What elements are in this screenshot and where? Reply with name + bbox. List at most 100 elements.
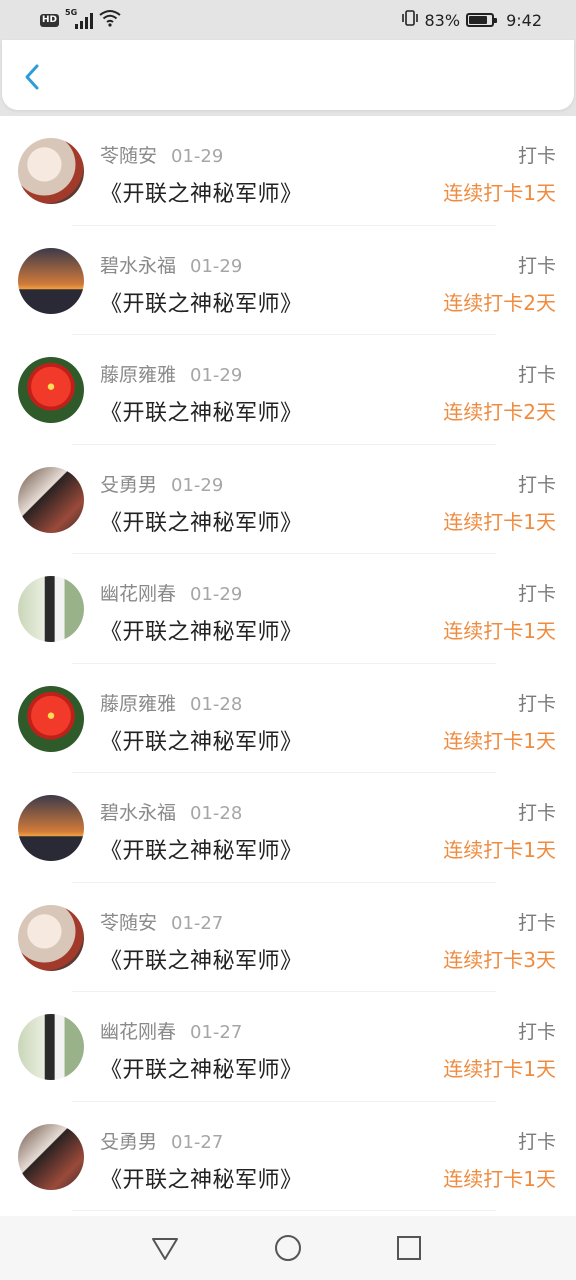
avatar[interactable] [18, 1014, 84, 1080]
app-header [2, 40, 574, 110]
user-name-text: 藤原雍雅 [100, 692, 177, 715]
checkin-row[interactable]: 藤原雍雅 01-28 《开联之神秘军师》 打卡连续打卡1天 [0, 664, 576, 773]
user-name: 殳勇男 01-29 [100, 470, 223, 497]
book-title: 《开联之神秘军师》 [100, 839, 303, 864]
checkin-row[interactable]: 碧水永福 01-28 《开联之神秘军师》 打卡连续打卡1天 [0, 773, 576, 883]
checkin-row[interactable]: 殳勇男 01-27 《开联之神秘军师》 打卡连续打卡1天 [0, 1102, 576, 1211]
user-name: 幽花刚春 01-27 [100, 1017, 242, 1044]
checkin-date: 01-29 [190, 584, 243, 605]
user-name: 碧水永福 01-29 [100, 251, 242, 278]
user-name-text: 殳勇男 [100, 1130, 158, 1153]
checkin-date: 01-28 [190, 803, 243, 824]
checkin-row[interactable]: 苓随安 01-27 《开联之神秘军师》 打卡 连续打卡3天 [0, 883, 576, 992]
avatar[interactable] [18, 247, 84, 314]
user-name: 殳勇男 01-27 [100, 1127, 223, 1154]
status-bar: HD 5G 83% 9:42 [0, 0, 576, 40]
user-name-text: 幽花刚春 [100, 583, 177, 605]
user-name-text: 殳勇男 [100, 473, 158, 496]
chevron-left-icon [25, 64, 39, 90]
checkin-type: 打卡 [517, 364, 556, 386]
hd-badge: HD [40, 13, 60, 27]
nav-back-button[interactable] [149, 1232, 181, 1264]
avatar[interactable] [18, 685, 84, 752]
circle-home-icon [275, 1235, 301, 1261]
checkin-type: 打卡 [517, 583, 556, 605]
book-title: 《开联之神秘军师》 [100, 948, 303, 974]
streak-label: 连续打卡1天 [443, 1057, 556, 1081]
avatar[interactable] [18, 138, 84, 204]
user-name-text: 碧水永福 [100, 254, 177, 277]
user-name-text: 苓随安 [100, 145, 158, 167]
book-title: 《开联之神秘军师》 [100, 1167, 303, 1193]
back-button[interactable] [18, 62, 48, 92]
nav-recents-button[interactable] [393, 1232, 425, 1264]
user-name-text: 幽花刚春 [100, 1021, 177, 1043]
checkin-type: 打卡 [517, 254, 556, 277]
avatar[interactable] [18, 576, 84, 642]
checkin-date: 01-27 [190, 1022, 243, 1043]
checkin-row[interactable]: 苓随安 01-29 《开联之神秘军师》 打卡连续打卡1天 [0, 116, 576, 226]
book-title: 《开联之神秘军师》 [100, 182, 303, 207]
streak-label: 连续打卡3天 [443, 947, 556, 972]
checkin-row[interactable]: 碧水永福 01-29 《开联之神秘军师》 打卡连续打卡2天 [0, 226, 576, 335]
streak-label: 连续打卡1天 [443, 619, 556, 643]
book-title: 《开联之神秘军师》 [100, 1058, 303, 1083]
book-title: 《开联之神秘军师》 [100, 729, 303, 755]
checkin-type: 打卡 [517, 692, 556, 715]
user-name: 苓随安 01-27 [100, 908, 223, 935]
user-name: 幽花刚春 01-29 [100, 579, 242, 606]
checkin-date: 01-28 [190, 693, 243, 715]
checkin-type: 打卡 [517, 1021, 556, 1043]
status-right: 83% 9:42 [401, 8, 542, 32]
status-left: HD 5G [40, 8, 121, 32]
checkin-type: 打卡 [517, 145, 556, 167]
avatar[interactable] [18, 357, 84, 423]
checkin-type: 打卡 [517, 473, 556, 496]
streak-label: 连续打卡1天 [443, 838, 556, 862]
streak-label: 连续打卡1天 [443, 509, 556, 534]
wifi-icon [99, 9, 121, 31]
avatar[interactable] [18, 1123, 84, 1190]
book-title: 《开联之神秘军师》 [100, 620, 303, 645]
checkin-type: 打卡 [517, 802, 556, 824]
streak-label: 连续打卡2天 [443, 290, 556, 315]
checkin-row[interactable]: 幽花刚春 01-27 《开联之神秘军师》 打卡连续打卡1天 [0, 992, 576, 1102]
checkin-date: 01-29 [190, 255, 243, 277]
user-name-text: 苓随安 [100, 911, 158, 934]
checkin-list: 苓随安 01-29 《开联之神秘军师》 打卡 连续打卡1天 碧水永福 01-29 《开联之神秘… [0, 116, 576, 1216]
book-title: 《开联之神秘军师》 [100, 510, 303, 536]
checkin-row[interactable]: 殳勇男 01-29 《开联之神秘军师》 打卡连续打卡1天 [0, 445, 576, 554]
system-nav-bar [0, 1216, 576, 1280]
streak-label: 连续打卡1天 [443, 728, 556, 753]
nav-home-button[interactable] [272, 1232, 304, 1264]
clock: 9:42 [506, 10, 542, 30]
user-name-text: 碧水永福 [100, 802, 177, 824]
user-name: 碧水永福 01-28 [100, 798, 242, 825]
checkin-row[interactable]: 幽花刚春 01-29 《开联之神秘军师》 打卡连续打卡1天 [0, 554, 576, 664]
user-name-text: 藤原雍雅 [100, 364, 177, 386]
divider [72, 1210, 496, 1211]
user-name: 藤原雍雅 01-28 [100, 689, 242, 716]
checkin-date: 01-27 [171, 1131, 224, 1153]
checkin-date: 01-29 [171, 474, 224, 496]
battery-percent: 83% [424, 10, 461, 30]
checkin-date: 01-27 [171, 912, 224, 934]
streak-label: 连续打卡1天 [443, 1166, 556, 1191]
signal-icon: 5G [65, 8, 94, 29]
vibrate-icon [401, 9, 419, 31]
streak-label: 连续打卡2天 [443, 400, 556, 424]
avatar[interactable] [18, 466, 84, 533]
avatar[interactable] [18, 795, 84, 861]
triangle-back-icon [152, 1238, 178, 1260]
streak-label: 连续打卡1天 [443, 181, 556, 205]
checkin-date: 01-29 [171, 146, 224, 167]
book-title: 《开联之神秘军师》 [100, 401, 303, 426]
user-name: 苓随安 01-29 [100, 141, 223, 168]
user-name: 藤原雍雅 01-29 [100, 360, 242, 387]
avatar[interactable] [18, 904, 84, 971]
checkin-row[interactable]: 藤原雍雅 01-29 《开联之神秘军师》 打卡连续打卡2天 [0, 335, 576, 445]
book-title: 《开联之神秘军师》 [100, 291, 303, 317]
square-recents-icon [397, 1236, 421, 1260]
checkin-type: 打卡 [517, 1130, 556, 1153]
battery-icon [466, 13, 498, 27]
